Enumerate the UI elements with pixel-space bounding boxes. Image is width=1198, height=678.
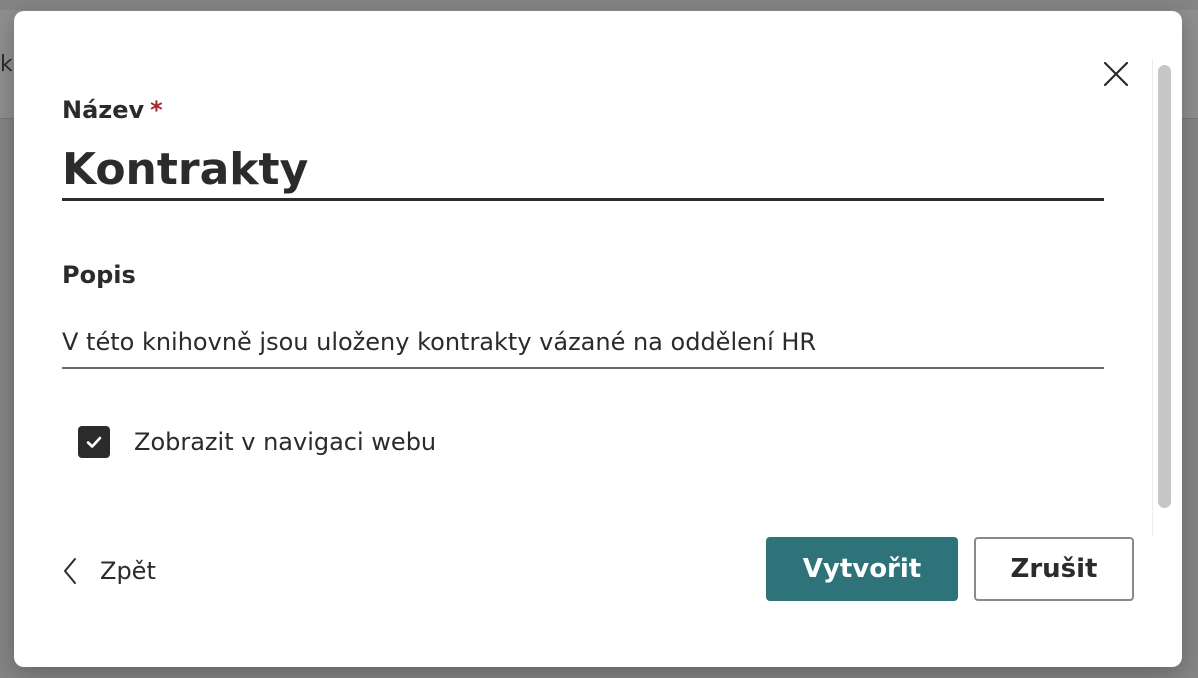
name-input[interactable] — [62, 141, 1104, 201]
cancel-button[interactable]: Zrušit — [974, 537, 1134, 601]
required-indicator: * — [150, 96, 163, 124]
back-button[interactable]: Zpět — [62, 551, 156, 591]
checkmark-icon — [86, 436, 102, 448]
show-in-navigation-checkbox[interactable] — [78, 426, 110, 458]
close-icon — [1103, 61, 1129, 87]
back-button-label: Zpět — [100, 557, 156, 585]
description-field-label: Popis — [62, 261, 136, 289]
close-button[interactable] — [1100, 58, 1132, 90]
name-label-text: Název — [62, 96, 145, 124]
dialog-scrollbar[interactable] — [1152, 59, 1171, 537]
show-in-navigation-label: Zobrazit v navigaci webu — [134, 428, 437, 456]
name-field-label: Název * — [62, 96, 163, 124]
create-button[interactable]: Vytvořit — [766, 537, 958, 601]
create-library-dialog: Název* Popis Zobrazit v navigaci webu Zp… — [14, 11, 1182, 667]
chevron-left-icon — [64, 558, 76, 584]
description-input[interactable] — [62, 317, 1104, 369]
show-in-navigation-option[interactable]: Zobrazit v navigaci webu — [78, 425, 436, 459]
scrollbar-thumb[interactable] — [1158, 65, 1171, 508]
background-page-text: k — [0, 52, 12, 77]
